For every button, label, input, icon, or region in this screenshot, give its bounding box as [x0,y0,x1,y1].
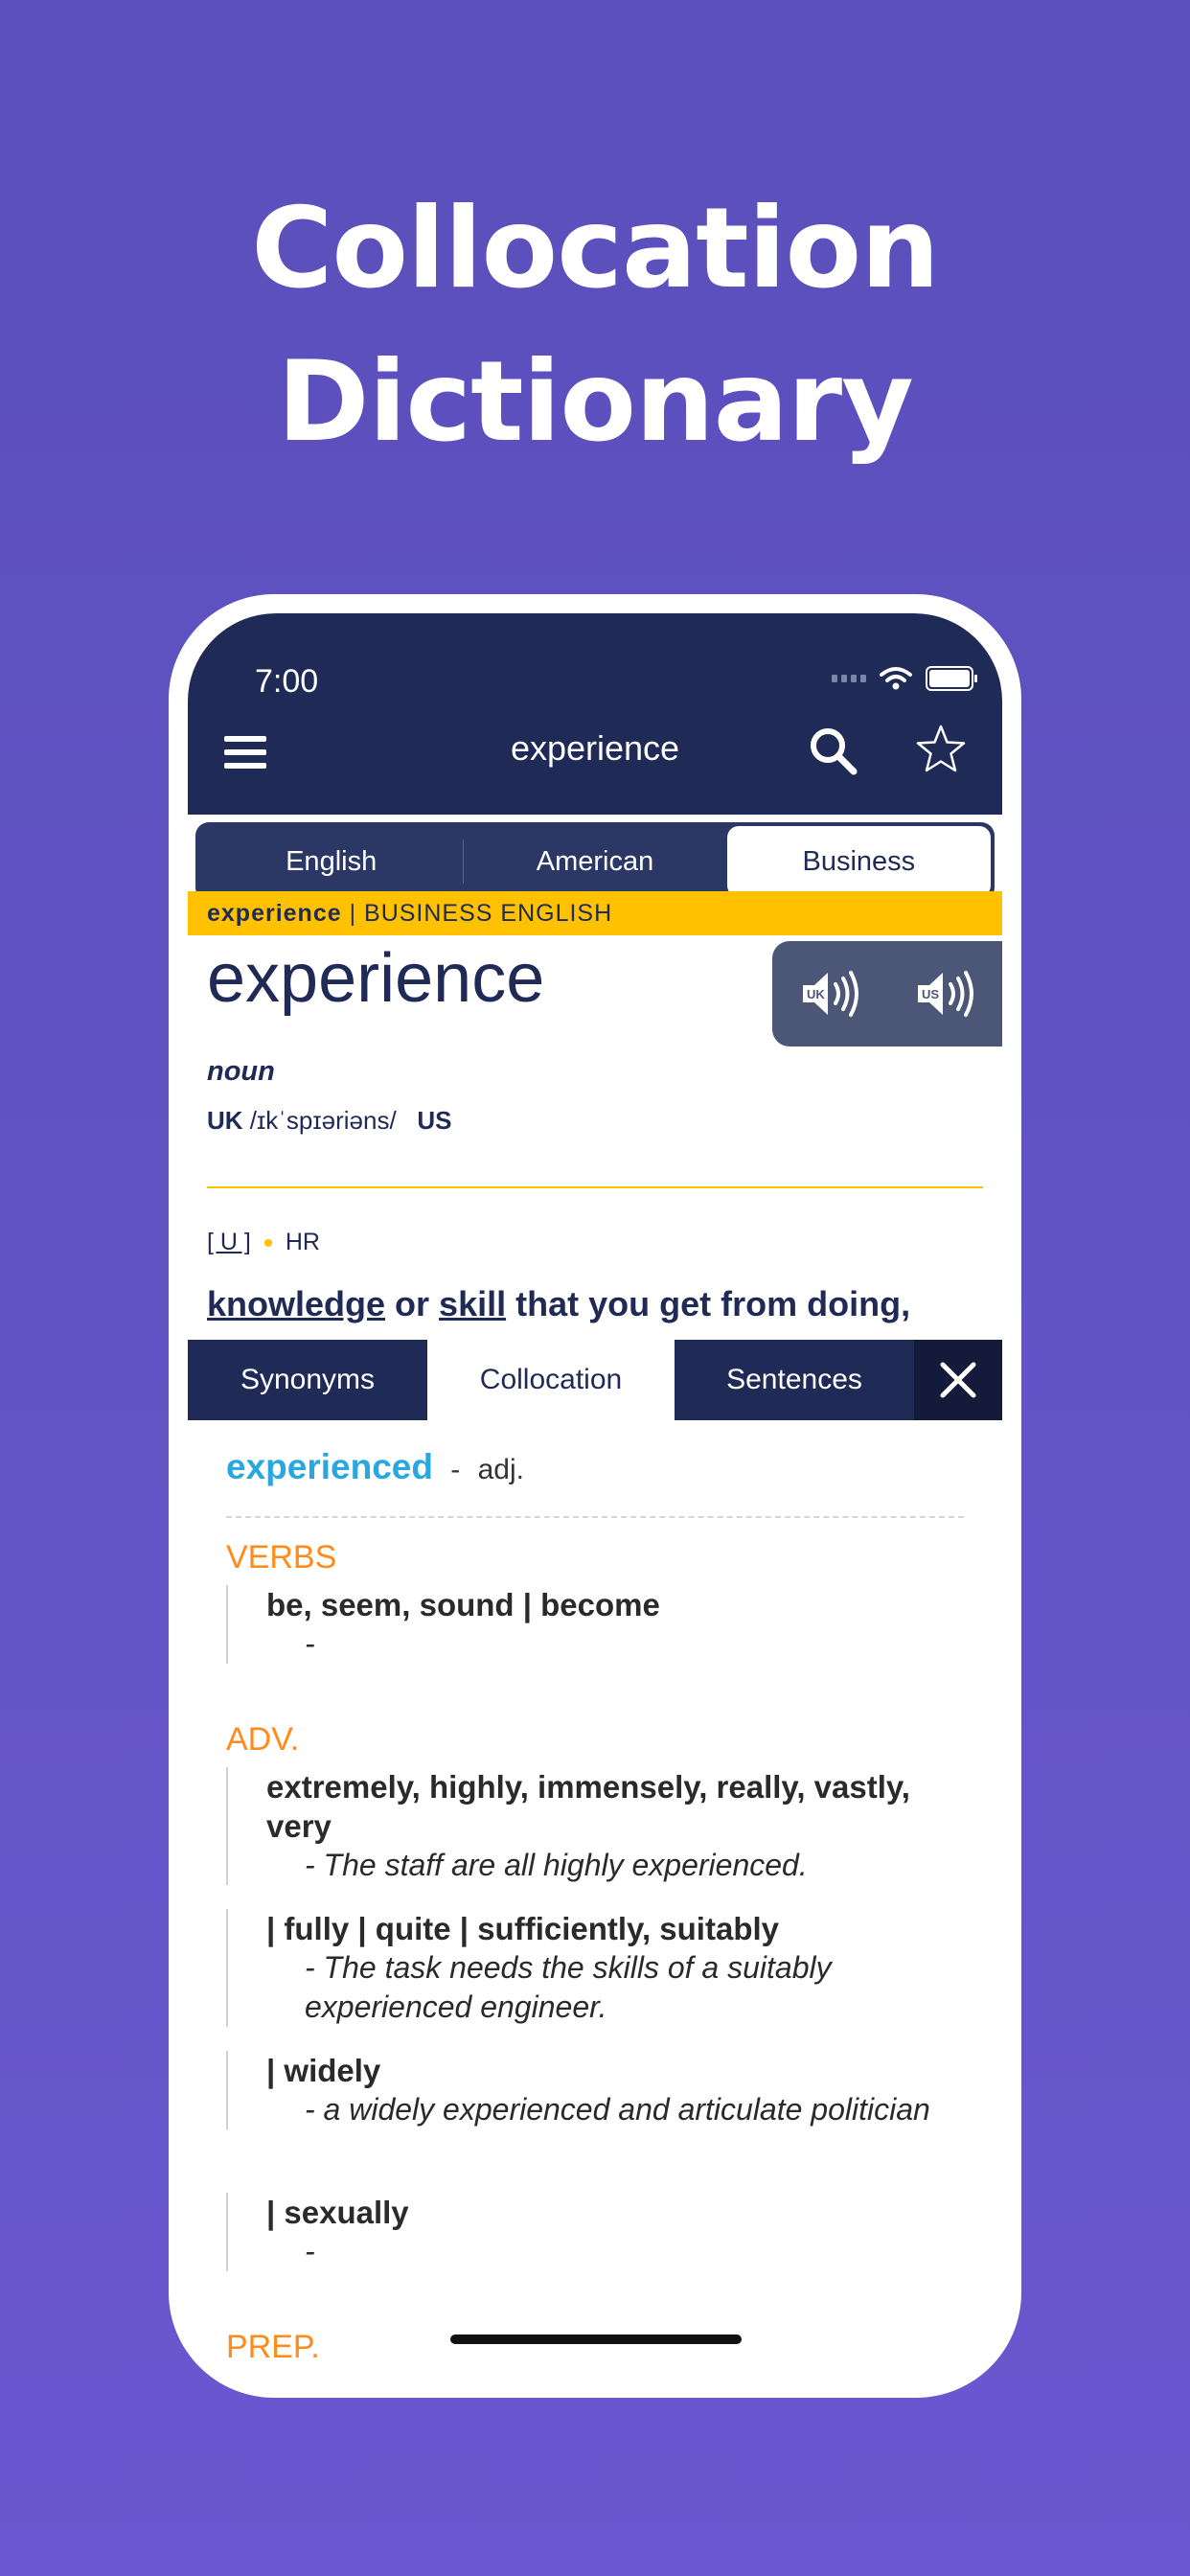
adv-example-4: - [305,2234,315,2268]
pron-uk-ipa: /ɪkˈspɪəriəns/ [249,1106,397,1135]
adv-example-2: - The task needs the skills of a suitabl… [305,1950,832,2024]
definition-link-skill[interactable]: skill [439,1284,506,1323]
part-of-speech: noun [207,1056,275,1087]
pron-uk-label: UK [207,1106,243,1135]
close-icon [940,1362,976,1398]
definition: knowledge or skill that you get from doi… [207,1284,910,1324]
segment-english[interactable]: English [199,826,463,897]
app-screen: 7:00 experience English American Busines… [188,613,1002,2379]
category-prep: PREP. [226,2329,320,2365]
grammar-info: [ U ] HR [207,1229,320,1256]
speaker-us-icon[interactable]: US [912,967,977,1021]
headword: experience [207,940,545,1017]
collocation-separator: - [442,1454,469,1485]
tab-collocation[interactable]: Collocation [427,1340,675,1420]
category-verbs: VERBS [226,1539,337,1576]
domain-label: HR [285,1229,320,1255]
home-indicator[interactable] [450,2334,742,2344]
divider [207,1186,983,1188]
audio-panel: UK US [772,941,1002,1046]
speaker-uk-label: UK [807,987,825,1001]
collocation-word: experienced [226,1447,433,1486]
wifi-icon [880,667,912,690]
verbs-collocates: be, seem, sound | become [266,1587,660,1622]
star-icon[interactable] [914,723,968,776]
adv-collocates-4: | sexually [266,2195,409,2230]
pron-us-label: US [417,1106,452,1135]
speaker-us-label: US [922,987,939,1001]
grammar-code[interactable]: [ U ] [207,1229,251,1256]
status-time: 7:00 [255,663,319,700]
definition-text: or [385,1284,440,1323]
verbs-example: - [305,1626,315,1661]
adv-example-1: - The staff are all highly experienced. [305,1848,808,1882]
entry-ribbon: experience | BUSINESS ENGLISH [188,891,1002,935]
definition-link-knowledge[interactable]: knowledge [207,1284,385,1323]
adv-group-3: | widely - a widely experienced and arti… [226,2051,964,2129]
pronunciation: UK /ɪkˈspɪəriəns/ US [207,1106,451,1136]
close-button[interactable] [914,1340,1002,1420]
headline-line-1: Collocation [251,184,940,313]
dashed-divider [226,1516,964,1518]
segmented-control: English American Business [195,822,995,901]
collocation-entry-head: experienced - adj. [226,1447,524,1487]
tab-bar: Synonyms Collocation Sentences [188,1340,1002,1420]
adv-collocates-2: | fully | quite | sufficiently, suitably [266,1911,779,1946]
status-icons [832,666,977,691]
adv-group-4: | sexually - [226,2193,964,2271]
nav-title: experience [510,728,680,768]
bullet-dot [263,1238,272,1247]
phone-frame: 7:00 experience English American Busines… [169,594,1021,2398]
marketing-headline: Collocation Dictionary [0,172,1190,479]
adv-example-3: - a widely experienced and articulate po… [305,2092,930,2127]
ribbon-label: BUSINESS ENGLISH [364,900,613,927]
cellular-signal-icon [832,675,866,682]
adv-group-1: extremely, highly, immensely, really, va… [226,1767,964,1885]
segment-american[interactable]: American [463,826,726,897]
battery-icon [926,666,977,691]
category-adv: ADV. [226,1721,300,1758]
tab-synonyms[interactable]: Synonyms [188,1340,427,1420]
ribbon-separator: | [341,900,365,927]
adv-collocates-3: | widely [266,2053,381,2088]
ribbon-word: experience [207,900,342,927]
collocation-panel: experienced - adj. VERBS be, seem, sound… [226,1420,964,2379]
collocation-pos: adj. [477,1454,524,1485]
definition-text-rest: that you get from doing, [506,1284,911,1323]
prep-group: in [226,2375,964,2379]
verbs-group: be, seem, sound | become - [226,1585,964,1664]
speaker-uk-icon[interactable]: UK [797,967,862,1021]
adv-group-2: | fully | quite | sufficiently, suitably… [226,1909,964,2027]
headline-line-2: Dictionary [277,337,913,467]
tab-sentences[interactable]: Sentences [675,1340,914,1420]
prep-collocates: in [266,2375,964,2379]
adv-collocates-1: extremely, highly, immensely, really, va… [266,1769,910,1844]
search-icon[interactable] [807,724,860,778]
segment-business[interactable]: Business [726,826,991,897]
navigation-bar: 7:00 experience [188,613,1002,815]
